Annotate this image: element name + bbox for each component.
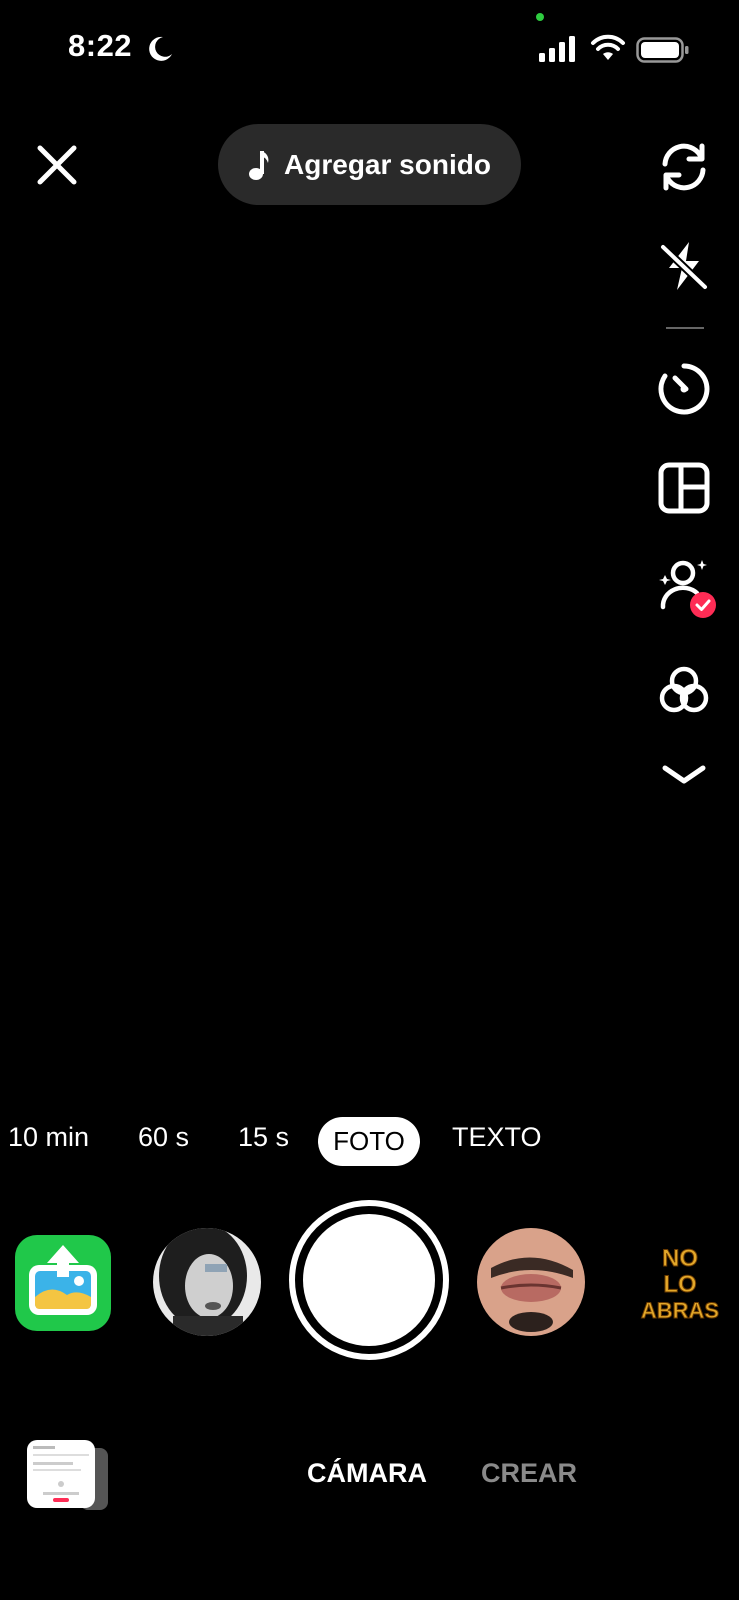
check-icon (695, 599, 711, 611)
effect-thumbnail-lips[interactable] (477, 1228, 585, 1336)
gallery-thumbnail[interactable] (27, 1440, 95, 1508)
mode-texto[interactable]: TEXTO (452, 1122, 542, 1153)
shutter-inner (303, 1214, 435, 1346)
tab-camara[interactable]: CÁMARA (307, 1458, 427, 1489)
beauty-active-badge (690, 592, 716, 618)
close-icon[interactable] (30, 138, 84, 192)
add-sound-label: Agregar sonido (284, 148, 491, 180)
do-not-disturb-moon-icon (149, 36, 172, 61)
cellular-signal-icon (539, 36, 575, 62)
battery-icon (636, 37, 689, 63)
tab-crear[interactable]: CREAR (481, 1458, 577, 1489)
layout-icon[interactable] (655, 459, 713, 517)
upload-button[interactable] (15, 1235, 111, 1331)
svg-text:LO: LO (663, 1271, 696, 1298)
flip-camera-icon[interactable] (655, 138, 713, 196)
shutter-button[interactable] (289, 1200, 449, 1360)
mode-10-min[interactable]: 10 min (8, 1122, 89, 1153)
svg-text:ABRAS: ABRAS (641, 1298, 719, 1323)
svg-text:NO: NO (662, 1245, 698, 1272)
camera-in-use-indicator (536, 13, 544, 21)
timer-icon[interactable] (655, 360, 713, 418)
effect-preview-image (477, 1228, 585, 1336)
mode-60-s[interactable]: 60 s (138, 1122, 189, 1153)
mode-15-s[interactable]: 15 s (238, 1122, 289, 1153)
wifi-icon (591, 34, 625, 60)
status-time: 8:22 (68, 28, 133, 63)
effect-thumbnail-bw-face[interactable] (153, 1228, 261, 1336)
filters-icon[interactable] (655, 662, 713, 720)
flash-off-icon[interactable] (655, 237, 713, 295)
rail-divider (666, 327, 704, 329)
gallery-preview-image (33, 1446, 89, 1502)
effect-thumbnail-no-lo-abras[interactable]: NO LO ABRAS (632, 1240, 728, 1330)
music-note-icon (249, 150, 269, 180)
add-sound-button[interactable]: Agregar sonido (218, 124, 521, 205)
mode-foto-active[interactable]: FOTO (318, 1117, 420, 1166)
chevron-down-icon[interactable] (655, 748, 713, 806)
upload-image-icon (29, 1245, 97, 1315)
effect-preview-image (153, 1228, 261, 1336)
